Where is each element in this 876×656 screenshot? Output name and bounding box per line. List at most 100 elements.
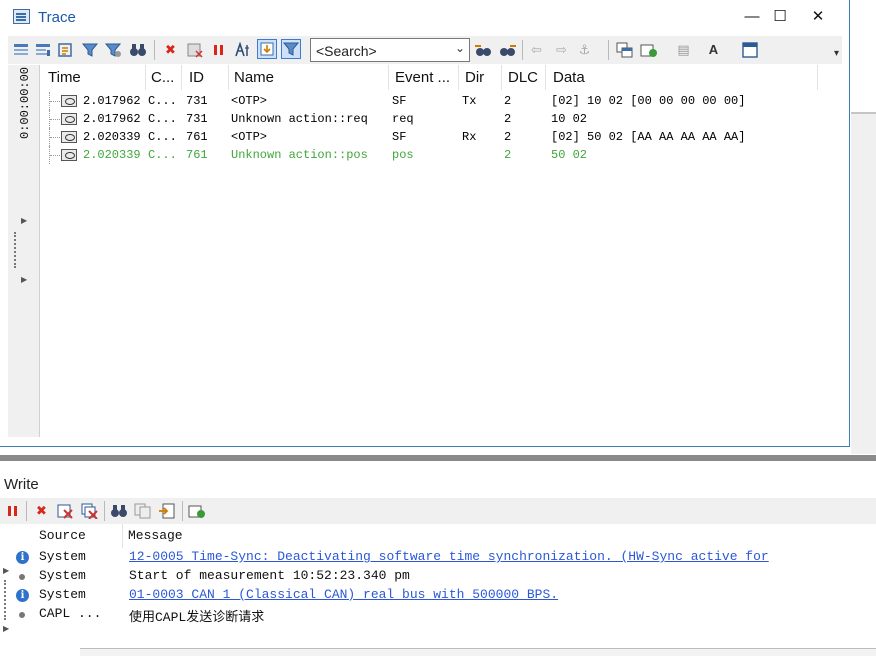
table-row[interactable]: 2.017962 C... 731 <OTP> SF Tx 2 [02] 10 …	[41, 92, 842, 110]
arrow-right-icon[interactable]: ⇨	[553, 41, 570, 58]
write-toolbar: ✖	[0, 498, 876, 524]
cell-data: [02] 50 02 [AA AA AA AA AA]	[551, 130, 746, 144]
tree-line	[49, 146, 62, 164]
marker-icon[interactable]: ⚓	[576, 41, 593, 58]
maximize-button[interactable]: ☐	[762, 4, 798, 30]
find-next-icon[interactable]	[499, 41, 516, 58]
copy-window-icon[interactable]	[616, 41, 633, 58]
pause-icon[interactable]	[210, 41, 227, 58]
cell-id: 761	[186, 148, 208, 162]
autoscroll-icon[interactable]	[257, 39, 277, 59]
cell-time: 2.017962	[83, 94, 141, 108]
chevron-down-icon[interactable]: ⌄	[455, 41, 465, 55]
write-window: Write ✖ ▶ ▶ Source Message i System 12-0…	[0, 462, 876, 656]
clear-icon[interactable]: ✖	[33, 502, 50, 519]
column-header-time[interactable]: Time	[48, 69, 81, 86]
cell-dlc: 2	[504, 130, 512, 144]
toolbar-separator	[522, 40, 523, 60]
trace-grid-header: Time C... ID Name Event ... Dir DLC Data	[41, 65, 842, 90]
layout-icon[interactable]: ▤	[675, 41, 692, 58]
export-icon[interactable]	[640, 41, 657, 58]
font-size-icon[interactable]: A	[705, 41, 722, 58]
filter-icon[interactable]	[81, 41, 98, 58]
filter-settings-icon[interactable]	[104, 41, 121, 58]
chronological-mode-icon[interactable]	[34, 41, 51, 58]
info-icon: i	[16, 589, 29, 602]
column-header-dir[interactable]: Dir	[465, 69, 484, 86]
column-header-channel[interactable]: C...	[151, 69, 174, 86]
binoculars-icon[interactable]	[129, 41, 146, 58]
binoculars-icon[interactable]	[110, 502, 127, 519]
message-source: System	[39, 568, 86, 583]
cell-dir: Rx	[462, 130, 477, 144]
predefined-filter-icon[interactable]	[281, 39, 301, 59]
column-header-id[interactable]: ID	[189, 69, 204, 86]
trace-titlebar[interactable]: Trace — ☐ ✕	[0, 0, 849, 34]
clear-all-pages-icon[interactable]	[81, 502, 98, 519]
right-background-panel	[851, 112, 876, 454]
cell-data: 50 02	[551, 148, 588, 162]
cell-id: 761	[186, 130, 208, 144]
export-to-file-icon[interactable]	[158, 502, 175, 519]
chevron-right-icon[interactable]: ▶	[21, 275, 27, 284]
column-header-source[interactable]: Source	[39, 528, 86, 543]
delete-list-icon[interactable]	[186, 41, 203, 58]
message-source: CAPL ...	[39, 606, 102, 621]
cell-name: Unknown action::pos	[231, 148, 368, 162]
cell-event-type: SF	[392, 94, 407, 108]
close-button[interactable]: ✕	[800, 4, 836, 30]
cell-name: <OTP>	[231, 130, 268, 144]
search-placeholder: <Search>	[316, 43, 377, 59]
detail-view-icon[interactable]	[12, 41, 29, 58]
time-mode-icon[interactable]	[234, 41, 251, 58]
clear-icon[interactable]: ✖	[162, 41, 179, 58]
column-header-event-type[interactable]: Event ...	[395, 69, 450, 86]
table-row[interactable]: 2.017962 C... 731 Unknown action::req re…	[41, 110, 842, 128]
toolbar-separator	[154, 40, 155, 60]
copy-icon[interactable]	[134, 502, 151, 519]
clear-page-icon[interactable]	[57, 502, 74, 519]
diagnostic-message-icon	[61, 149, 77, 161]
table-row[interactable]: 2.020339 C... 761 <OTP> SF Rx 2 [02] 50 …	[41, 128, 842, 146]
window-splitter[interactable]	[0, 455, 876, 461]
column-header-data[interactable]: Data	[553, 69, 585, 86]
cell-channel: C...	[148, 148, 177, 162]
tree-line	[49, 110, 62, 128]
list-item[interactable]: i System 01-0003 CAN 1 (Classical CAN) r…	[0, 586, 876, 605]
cell-dlc: 2	[504, 94, 512, 108]
trace-title: Trace	[38, 9, 76, 26]
toolbar-overflow-icon[interactable]: ▾	[834, 48, 839, 59]
tree-line	[49, 92, 62, 110]
toolbar-separator	[608, 40, 609, 60]
window-options-icon[interactable]	[741, 41, 758, 58]
chevron-right-icon[interactable]: ▶	[21, 216, 27, 225]
search-input[interactable]: <Search> ⌄	[310, 38, 470, 62]
splitter-grip[interactable]	[14, 232, 16, 268]
pause-icon[interactable]	[4, 502, 21, 519]
chevron-right-icon[interactable]: ▶	[3, 624, 9, 633]
fixed-position-icon[interactable]	[56, 41, 73, 58]
list-item[interactable]: i System 12-0005 Time-Sync: Deactivating…	[0, 548, 876, 567]
cell-dir: Tx	[462, 94, 477, 108]
cell-channel: C...	[148, 112, 177, 126]
arrow-left-icon[interactable]: ⇦	[528, 41, 545, 58]
table-row[interactable]: 2.020339 C... 761 Unknown action::pos po…	[41, 146, 842, 164]
column-header-dlc[interactable]: DLC	[508, 69, 538, 86]
list-item[interactable]: System Start of measurement 10:52:23.340…	[0, 567, 876, 586]
message-source: System	[39, 587, 86, 602]
column-header-message[interactable]: Message	[128, 528, 183, 543]
message-text-link[interactable]: 12-0005 Time-Sync: Deactivating software…	[129, 549, 769, 564]
bullet-icon	[19, 574, 25, 580]
cell-time: 2.020339	[83, 130, 141, 144]
message-text-link[interactable]: 01-0003 CAN 1 (Classical CAN) real bus w…	[129, 587, 558, 602]
cell-channel: C...	[148, 94, 177, 108]
trace-grid: Time C... ID Name Event ... Dir DLC Data…	[41, 65, 842, 437]
toolbar-separator	[26, 501, 27, 521]
cell-dlc: 2	[504, 148, 512, 162]
list-item[interactable]: CAPL ... 使用CAPL发送诊断请求	[0, 605, 876, 625]
find-previous-icon[interactable]	[474, 41, 491, 58]
horizontal-scrollbar[interactable]	[80, 648, 876, 656]
export-icon[interactable]	[188, 502, 205, 519]
column-header-name[interactable]: Name	[234, 69, 274, 86]
write-title: Write	[4, 476, 39, 493]
